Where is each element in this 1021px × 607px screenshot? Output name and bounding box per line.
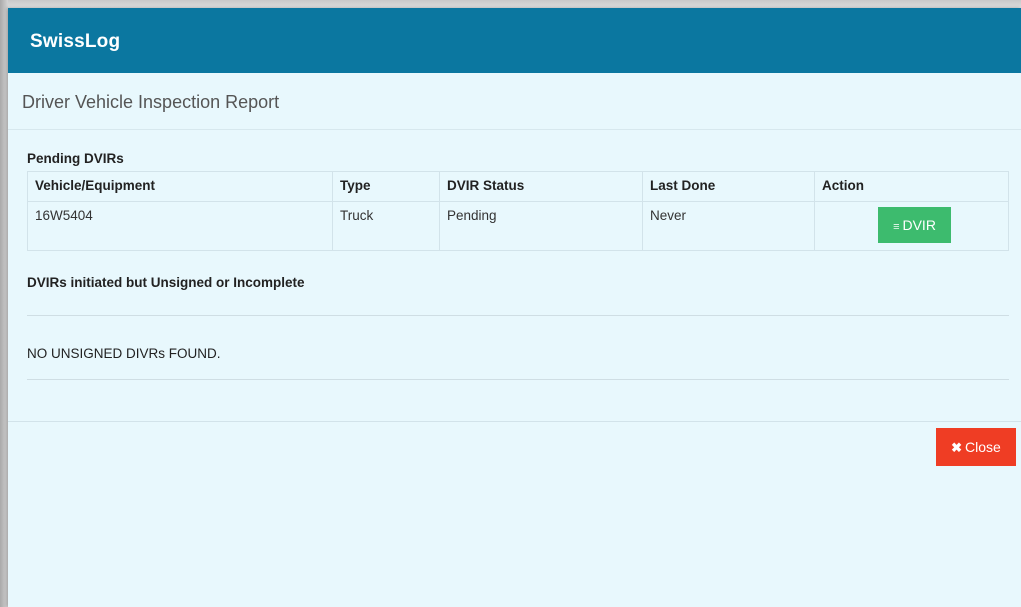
table-row: 16W5404 Truck Pending Never ≡ DVIR: [27, 201, 1009, 251]
dvir-button-label: DVIR: [902, 217, 936, 233]
unsigned-heading: DVIRs initiated but Unsigned or Incomple…: [27, 275, 305, 290]
cell-action: ≡ DVIR: [814, 201, 1009, 251]
times-icon: ✖: [951, 439, 963, 455]
column-header-action: Action: [814, 171, 1009, 202]
dvir-modal: SwissLog Driver Vehicle Inspection Repor…: [8, 8, 1021, 607]
cell-type: Truck: [332, 201, 440, 251]
background-strip: [0, 0, 1021, 8]
report-title-bar: Driver Vehicle Inspection Report: [8, 73, 1021, 130]
pending-table: Vehicle/Equipment Type DVIR Status Last …: [27, 171, 1009, 251]
close-button-label: Close: [965, 438, 1001, 455]
background-shadow: [0, 0, 8, 607]
list-icon: ≡: [893, 221, 900, 233]
start-dvir-button[interactable]: ≡ DVIR: [878, 207, 951, 243]
divider: [27, 379, 1009, 380]
report-title: Driver Vehicle Inspection Report: [22, 92, 280, 112]
empty-message: NO UNSIGNED DIVRs FOUND.: [27, 346, 221, 361]
close-button[interactable]: ✖ Close: [936, 428, 1016, 466]
pending-heading: Pending DVIRs: [27, 151, 124, 166]
cell-vehicle: 16W5404: [27, 201, 333, 251]
column-header-vehicle: Vehicle/Equipment: [27, 171, 333, 202]
cell-status: Pending: [439, 201, 643, 251]
column-header-last-done: Last Done: [642, 171, 815, 202]
table-header-row: Vehicle/Equipment Type DVIR Status Last …: [27, 171, 1009, 202]
app-title: SwissLog: [30, 31, 121, 52]
divider: [27, 315, 1009, 316]
column-header-status: DVIR Status: [439, 171, 643, 202]
footer-divider: [8, 421, 1021, 422]
column-header-type: Type: [332, 171, 440, 202]
cell-last-done: Never: [642, 201, 815, 251]
app-header: SwissLog: [8, 8, 1021, 73]
